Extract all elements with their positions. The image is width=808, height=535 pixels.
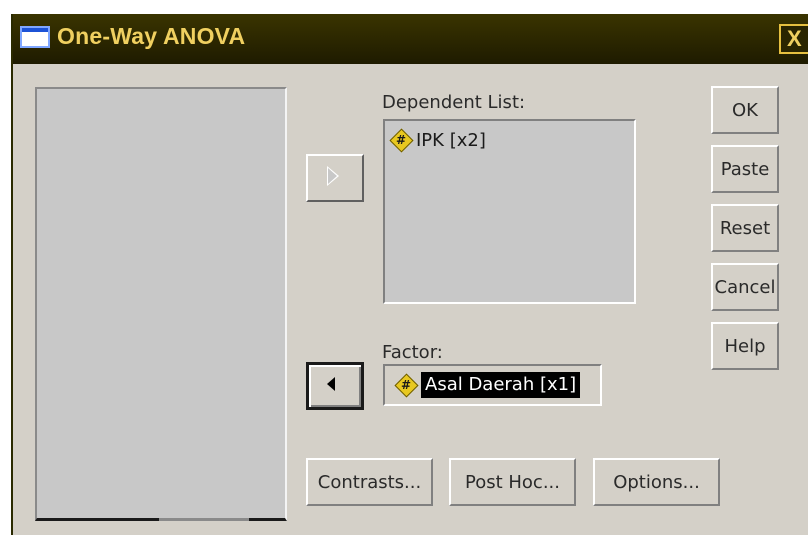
factor-variable-selected[interactable]: Asal Daerah [x1] — [421, 372, 581, 398]
cancel-button[interactable]: Cancel — [711, 263, 779, 311]
source-variable-list[interactable] — [35, 87, 287, 521]
paste-button[interactable]: Paste — [711, 145, 779, 193]
dependent-variable-label: IPK [x2] — [416, 129, 486, 151]
list-item[interactable]: # IPK [x2] — [390, 129, 486, 151]
help-button[interactable]: Help — [711, 322, 779, 370]
dependent-list-label: Dependent List: — [382, 92, 526, 113]
arrow-right-icon — [327, 166, 339, 186]
title-bar[interactable]: One-Way ANOVA X — [13, 14, 808, 64]
dependent-list-box[interactable]: # IPK [x2] — [383, 119, 636, 304]
horizontal-scrollbar[interactable] — [159, 518, 249, 521]
ok-button[interactable]: OK — [711, 86, 779, 134]
window-icon — [20, 26, 50, 48]
contrasts-button[interactable]: Contrasts... — [306, 458, 433, 506]
move-from-factor-button[interactable] — [306, 362, 364, 410]
factor-label: Factor: — [382, 342, 443, 363]
close-button[interactable]: X — [779, 24, 808, 54]
window-title: One-Way ANOVA — [57, 23, 246, 49]
one-way-anova-dialog: One-Way ANOVA X Dependent List: # IPK [x… — [11, 14, 808, 535]
move-to-dependent-button[interactable] — [306, 154, 364, 202]
factor-field[interactable]: # Asal Daerah [x1] — [383, 364, 602, 406]
arrow-left-icon — [327, 377, 335, 391]
options-button[interactable]: Options... — [593, 458, 720, 506]
scale-variable-icon: # — [395, 374, 417, 396]
scale-variable-icon: # — [390, 129, 412, 151]
reset-button[interactable]: Reset — [711, 204, 779, 252]
post-hoc-button[interactable]: Post Hoc... — [449, 458, 576, 506]
